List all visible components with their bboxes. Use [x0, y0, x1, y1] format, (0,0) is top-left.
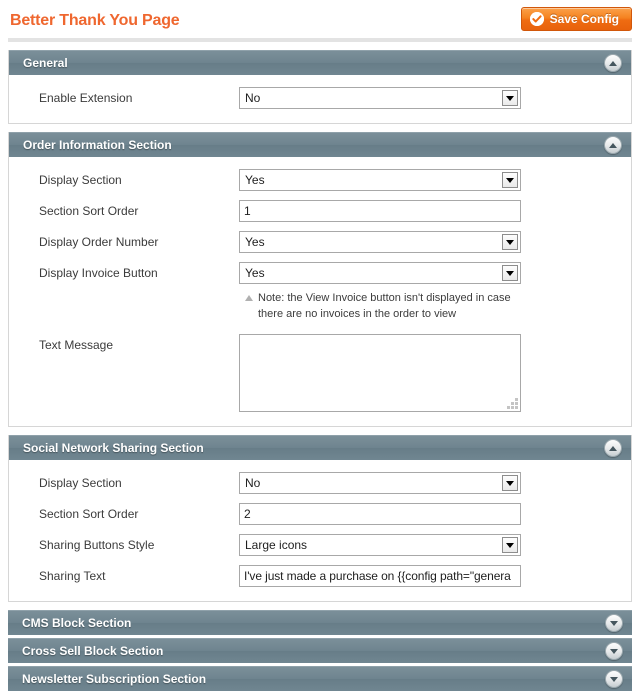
section-body-order-information: Display Section Yes Section Sort Order 1… — [9, 157, 631, 426]
select-value: Yes — [245, 235, 265, 249]
note-text: Note: the View Invoice button isn't disp… — [258, 292, 511, 320]
section-header-social-network-sharing[interactable]: Social Network Sharing Section — [9, 435, 631, 460]
field-control — [239, 200, 521, 222]
chevron-up-icon[interactable] — [604, 136, 622, 154]
display-section-select[interactable]: Yes — [239, 169, 521, 191]
field-label: Text Message — [39, 338, 114, 352]
display-section-select[interactable]: No — [239, 472, 521, 494]
field-display-section: Display Section No — [9, 472, 631, 494]
field-enable-extension: Enable Extension No — [9, 87, 631, 109]
field-label: Section Sort Order — [39, 204, 139, 218]
header-divider — [8, 38, 632, 42]
display-invoice-button-select[interactable]: Yes — [239, 262, 521, 284]
section-sort-order-input[interactable] — [239, 503, 521, 525]
chevron-down-icon[interactable] — [605, 614, 623, 632]
field-control — [239, 565, 521, 587]
config-page: Better Thank You Page Save Config Genera… — [0, 0, 640, 695]
sharing-text-input[interactable] — [239, 565, 521, 587]
field-display-invoice-button: Display Invoice Button Yes — [9, 262, 631, 284]
section-order-information: Order Information Section Display Sectio… — [8, 132, 632, 427]
section-title: Social Network Sharing Section — [23, 441, 204, 455]
field-sharing-buttons-style: Sharing Buttons Style Large icons — [9, 534, 631, 556]
section-body-general: Enable Extension No — [9, 75, 631, 123]
page-title: Better Thank You Page — [10, 12, 180, 29]
field-control: Yes — [239, 262, 521, 284]
select-value: Yes — [245, 266, 265, 280]
field-sharing-text: Sharing Text — [9, 565, 631, 587]
select-value: Large icons — [245, 538, 308, 552]
chevron-up-icon[interactable] — [604, 439, 622, 457]
section-header-order-information[interactable]: Order Information Section — [9, 132, 631, 157]
section-newsletter-subscription: Newsletter Subscription Section — [8, 666, 632, 691]
field-control — [239, 503, 521, 525]
section-header-newsletter-subscription[interactable]: Newsletter Subscription Section — [8, 666, 632, 691]
field-control: Large icons — [239, 534, 521, 556]
field-control: No — [239, 472, 521, 494]
note-triangle-icon — [245, 295, 253, 301]
display-order-number-select[interactable]: Yes — [239, 231, 521, 253]
section-header-general[interactable]: General — [9, 50, 631, 75]
chevron-up-icon[interactable] — [604, 54, 622, 72]
section-title: Cross Sell Block Section — [22, 644, 164, 658]
section-cross-sell-block: Cross Sell Block Section — [8, 638, 632, 663]
chevron-down-icon[interactable] — [502, 234, 518, 250]
field-section-sort-order: Section Sort Order — [9, 200, 631, 222]
section-title: Order Information Section — [23, 138, 172, 152]
field-text-message: Text Message — [9, 334, 631, 412]
section-header-cms-block[interactable]: CMS Block Section — [8, 610, 632, 635]
section-body-social-network-sharing: Display Section No Section Sort Order 2 … — [9, 460, 631, 601]
save-config-label: Save Config — [549, 12, 619, 26]
section-title: Newsletter Subscription Section — [22, 672, 207, 686]
field-label: Display Order Number — [39, 235, 159, 249]
section-title: General — [23, 56, 68, 70]
chevron-down-icon[interactable] — [502, 90, 518, 106]
select-value: No — [245, 91, 261, 105]
field-section-sort-order: Section Sort Order — [9, 503, 631, 525]
field-label: Section Sort Order — [39, 507, 139, 521]
chevron-down-icon[interactable] — [502, 475, 518, 491]
save-config-button[interactable]: Save Config — [520, 7, 632, 31]
page-header: Better Thank You Page Save Config — [0, 0, 640, 42]
section-social-network-sharing: Social Network Sharing Section Display S… — [8, 435, 632, 602]
section-cms-block: CMS Block Section — [8, 610, 632, 635]
field-label: Display Section — [39, 173, 122, 187]
field-control: Yes — [239, 169, 521, 191]
chevron-down-icon[interactable] — [605, 642, 623, 660]
invoice-button-note: Note: the View Invoice button isn't disp… — [9, 288, 631, 328]
field-display-section: Display Section Yes — [9, 169, 631, 191]
chevron-down-icon[interactable] — [502, 172, 518, 188]
text-message-textarea[interactable] — [239, 334, 521, 412]
field-control — [239, 334, 521, 412]
field-label: Enable Extension — [39, 91, 133, 105]
field-label: Sharing Buttons Style — [39, 538, 155, 552]
chevron-down-icon[interactable] — [502, 265, 518, 281]
section-header-cross-sell-block[interactable]: Cross Sell Block Section — [8, 638, 632, 663]
section-general: General Enable Extension No — [8, 50, 632, 124]
field-label: Display Invoice Button — [39, 266, 158, 280]
chevron-down-icon[interactable] — [605, 670, 623, 688]
field-display-order-number: Display Order Number Yes — [9, 231, 631, 253]
field-control: No — [239, 87, 521, 109]
field-label: Display Section — [39, 476, 122, 490]
field-control: Yes — [239, 231, 521, 253]
section-sort-order-input[interactable] — [239, 200, 521, 222]
select-value: No — [245, 476, 261, 490]
select-value: Yes — [245, 173, 265, 187]
section-title: CMS Block Section — [22, 616, 132, 630]
check-circle-icon — [529, 12, 544, 26]
field-label: Sharing Text — [39, 569, 106, 583]
enable-extension-select[interactable]: No — [239, 87, 521, 109]
config-sections: General Enable Extension No Order Inform… — [8, 50, 632, 694]
sharing-buttons-style-select[interactable]: Large icons — [239, 534, 521, 556]
chevron-down-icon[interactable] — [502, 537, 518, 553]
